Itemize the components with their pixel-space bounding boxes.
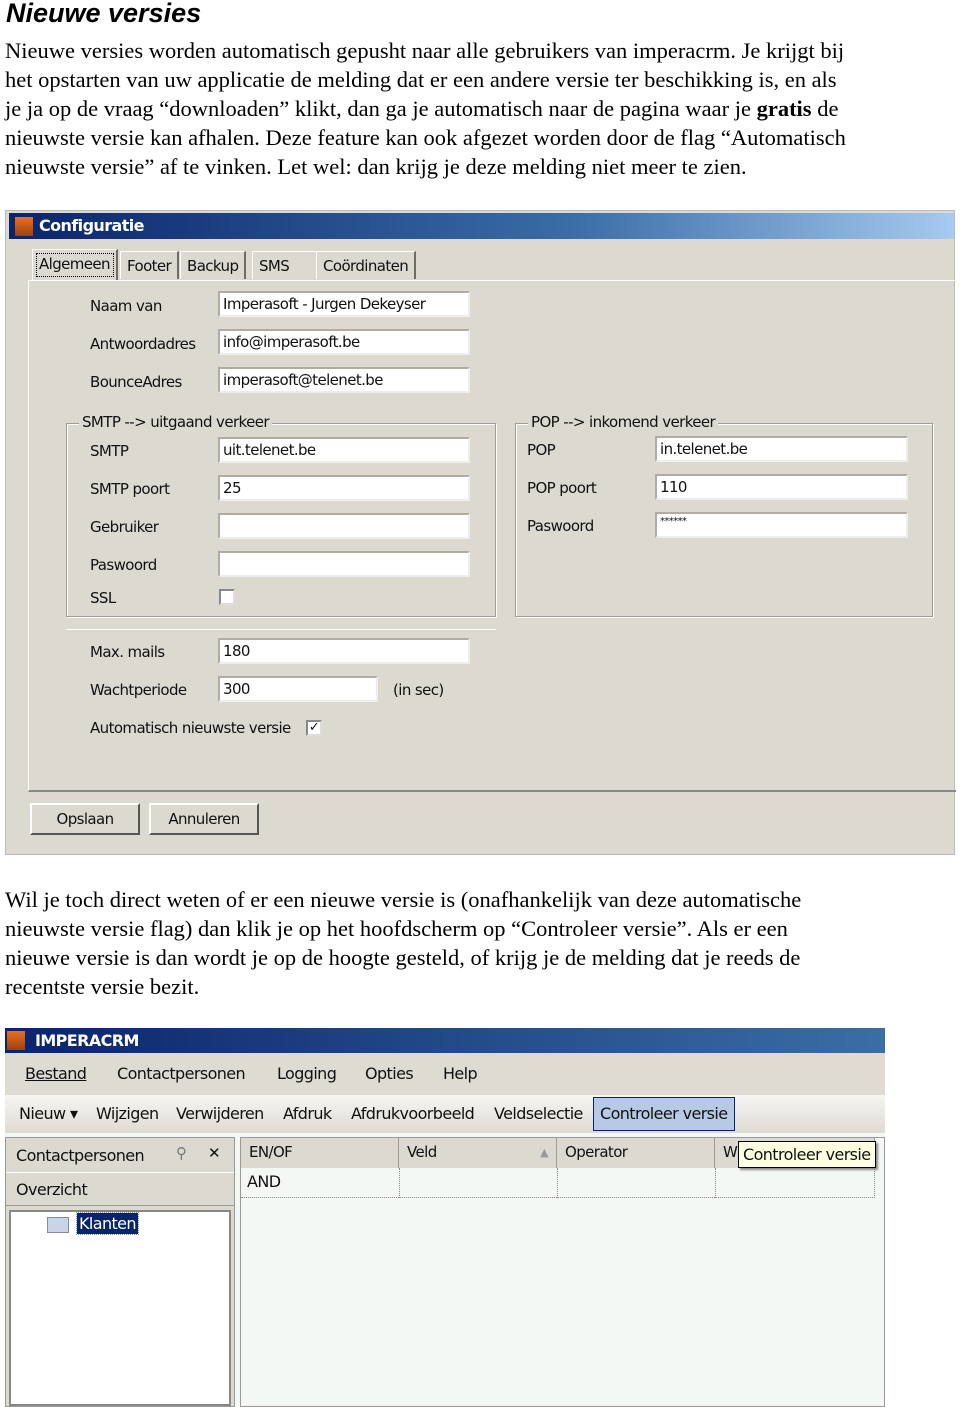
- paswoord-input[interactable]: [218, 551, 470, 577]
- tab-backup[interactable]: Backup: [180, 251, 247, 279]
- pop-poort-label: POP poort: [527, 479, 597, 497]
- pop-paswoord-input[interactable]: ******: [655, 512, 908, 538]
- verwijderen-button[interactable]: Verwijderen: [176, 1104, 264, 1123]
- pop-poort-input[interactable]: 110: [655, 474, 908, 500]
- window-title: Configuratie: [39, 216, 144, 235]
- overzicht-section[interactable]: Overzicht: [16, 1180, 88, 1199]
- grid-row[interactable]: AND: [241, 1168, 875, 1198]
- tab-footer[interactable]: Footer: [120, 251, 180, 279]
- close-icon[interactable]: ✕: [208, 1144, 221, 1162]
- afdruk-button[interactable]: Afdruk: [283, 1104, 332, 1123]
- tab-coordinaten[interactable]: Coördinaten: [316, 251, 417, 279]
- antwoordadres-input[interactable]: info@imperasoft.be: [218, 329, 470, 355]
- crm-window: IMPERACRM Bestand Contactpersonen Loggin…: [5, 1028, 885, 1407]
- wachtperiode-label: Wachtperiode: [90, 681, 187, 699]
- crm-titlebar: IMPERACRM: [5, 1028, 885, 1053]
- auto-versie-label: Automatisch nieuwste versie: [90, 719, 291, 737]
- veldselectie-button[interactable]: Veldselectie: [494, 1104, 583, 1123]
- column-header-veld[interactable]: Veld ▲: [399, 1138, 557, 1168]
- menu-bestand[interactable]: Bestand: [25, 1064, 87, 1083]
- panel-title: Contactpersonen: [16, 1146, 145, 1165]
- gebruiker-label: Gebruiker: [90, 518, 159, 536]
- intro-paragraph: Nieuwe versies worden automatisch gepush…: [5, 36, 955, 181]
- tree-item-klanten[interactable]: Klanten: [76, 1212, 139, 1235]
- text-line: nieuwste versie flag) dan klik je op het…: [5, 916, 788, 941]
- tab-bar: Algemeen Footer Backup SMS Coördinaten: [28, 249, 428, 281]
- divider: [66, 629, 496, 630]
- wachtperiode-unit: (in sec): [393, 681, 444, 699]
- pin-icon[interactable]: ⚲: [176, 1144, 187, 1162]
- pop-label: POP: [527, 441, 556, 459]
- opslaan-button[interactable]: Opslaan: [30, 803, 140, 835]
- sort-up-icon: ▲: [540, 1146, 548, 1159]
- text-line: recentste versie bezit.: [5, 974, 200, 999]
- text-line: nieuwste versie” af te vinken. Let wel: …: [5, 154, 747, 179]
- naam-label: Naam van: [90, 297, 162, 315]
- menu-bar: Bestand Contactpersonen Logging Opties H…: [5, 1053, 885, 1095]
- app-icon: [15, 217, 33, 236]
- annuleren-button[interactable]: Annuleren: [149, 803, 259, 835]
- ssl-label: SSL: [90, 589, 116, 607]
- column-header-en-of[interactable]: EN/OF: [241, 1138, 399, 1168]
- text: je ja op de vraag “downloaden” klikt, da…: [5, 96, 757, 121]
- filter-grid: EN/OF Veld ▲ Operator W AND: [240, 1137, 885, 1407]
- nieuw-button[interactable]: Nieuw ▾: [19, 1104, 78, 1123]
- contact-card-icon: [47, 1217, 69, 1233]
- menu-logging[interactable]: Logging: [277, 1064, 337, 1083]
- max-mails-input[interactable]: 180: [218, 638, 470, 664]
- toolbar: Nieuw ▾ Wijzigen Verwijderen Afdruk Afdr…: [5, 1095, 885, 1133]
- wijzigen-button[interactable]: Wijzigen: [96, 1104, 159, 1123]
- wachtperiode-input[interactable]: 300: [218, 676, 378, 702]
- pop-input[interactable]: in.telenet.be: [655, 436, 908, 462]
- gebruiker-input[interactable]: [218, 513, 470, 539]
- text-line: nieuwste versie kan afhalen. Deze featur…: [5, 125, 846, 150]
- auto-versie-checkbox[interactable]: ✓: [306, 720, 322, 736]
- max-mails-label: Max. mails: [90, 643, 165, 661]
- bold-text: gratis: [756, 96, 812, 121]
- tab-sms[interactable]: SMS: [252, 251, 318, 279]
- menu-opties[interactable]: Opties: [365, 1064, 414, 1083]
- column-label: Veld: [407, 1143, 437, 1161]
- second-paragraph: Wil je toch direct weten of er een nieuw…: [5, 885, 955, 1001]
- bounceadres-label: BounceAdres: [90, 373, 182, 391]
- text-line: nieuwe versie is dan wordt je op de hoog…: [5, 945, 801, 970]
- smtp-label: SMTP: [90, 442, 129, 460]
- text-line: je ja op de vraag “downloaden” klikt, da…: [5, 94, 955, 123]
- ssl-checkbox[interactable]: [219, 589, 235, 605]
- tree-view: Klanten: [9, 1210, 231, 1406]
- text: de: [811, 96, 839, 121]
- cell-en-of: AND: [247, 1172, 281, 1191]
- menu-help[interactable]: Help: [443, 1064, 478, 1083]
- app-icon: [7, 1031, 25, 1050]
- window-title: IMPERACRM: [35, 1031, 139, 1050]
- bounceadres-input[interactable]: imperasoft@telenet.be: [218, 367, 470, 393]
- smtp-poort-label: SMTP poort: [90, 480, 170, 498]
- antwoordadres-label: Antwoordadres: [90, 335, 196, 353]
- afdrukvoorbeeld-button[interactable]: Afdrukvoorbeeld: [351, 1104, 475, 1123]
- config-window: Configuratie Algemeen Footer Backup SMS …: [5, 210, 956, 855]
- tab-algemeen[interactable]: Algemeen: [32, 249, 118, 281]
- tooltip: Controleer versie: [738, 1141, 876, 1168]
- contactpersonen-panel: Contactpersonen ⚲ ✕ Overzicht Klanten: [5, 1137, 235, 1407]
- smtp-group-title: SMTP --> uitgaand verkeer: [79, 413, 272, 431]
- pop-group-title: POP --> inkomend verkeer: [528, 413, 719, 431]
- config-titlebar: Configuratie: [9, 213, 954, 239]
- controleer-versie-button[interactable]: Controleer versie: [593, 1097, 735, 1131]
- menu-contactpersonen[interactable]: Contactpersonen: [117, 1064, 246, 1083]
- page-heading: Nieuwe versies: [6, 0, 202, 28]
- smtp-poort-input[interactable]: 25: [218, 475, 470, 501]
- paswoord-label: Paswoord: [90, 556, 157, 574]
- text-line: Wil je toch direct weten of er een nieuw…: [5, 887, 802, 912]
- naam-input[interactable]: Imperasoft - Jurgen Dekeyser: [218, 291, 470, 317]
- smtp-input[interactable]: uit.telenet.be: [218, 437, 470, 463]
- column-header-operator[interactable]: Operator: [557, 1138, 715, 1168]
- text-line: het opstarten van uw applicatie de meldi…: [5, 67, 837, 92]
- pop-paswoord-label: Paswoord: [527, 517, 594, 535]
- text-line: Nieuwe versies worden automatisch gepush…: [5, 38, 845, 63]
